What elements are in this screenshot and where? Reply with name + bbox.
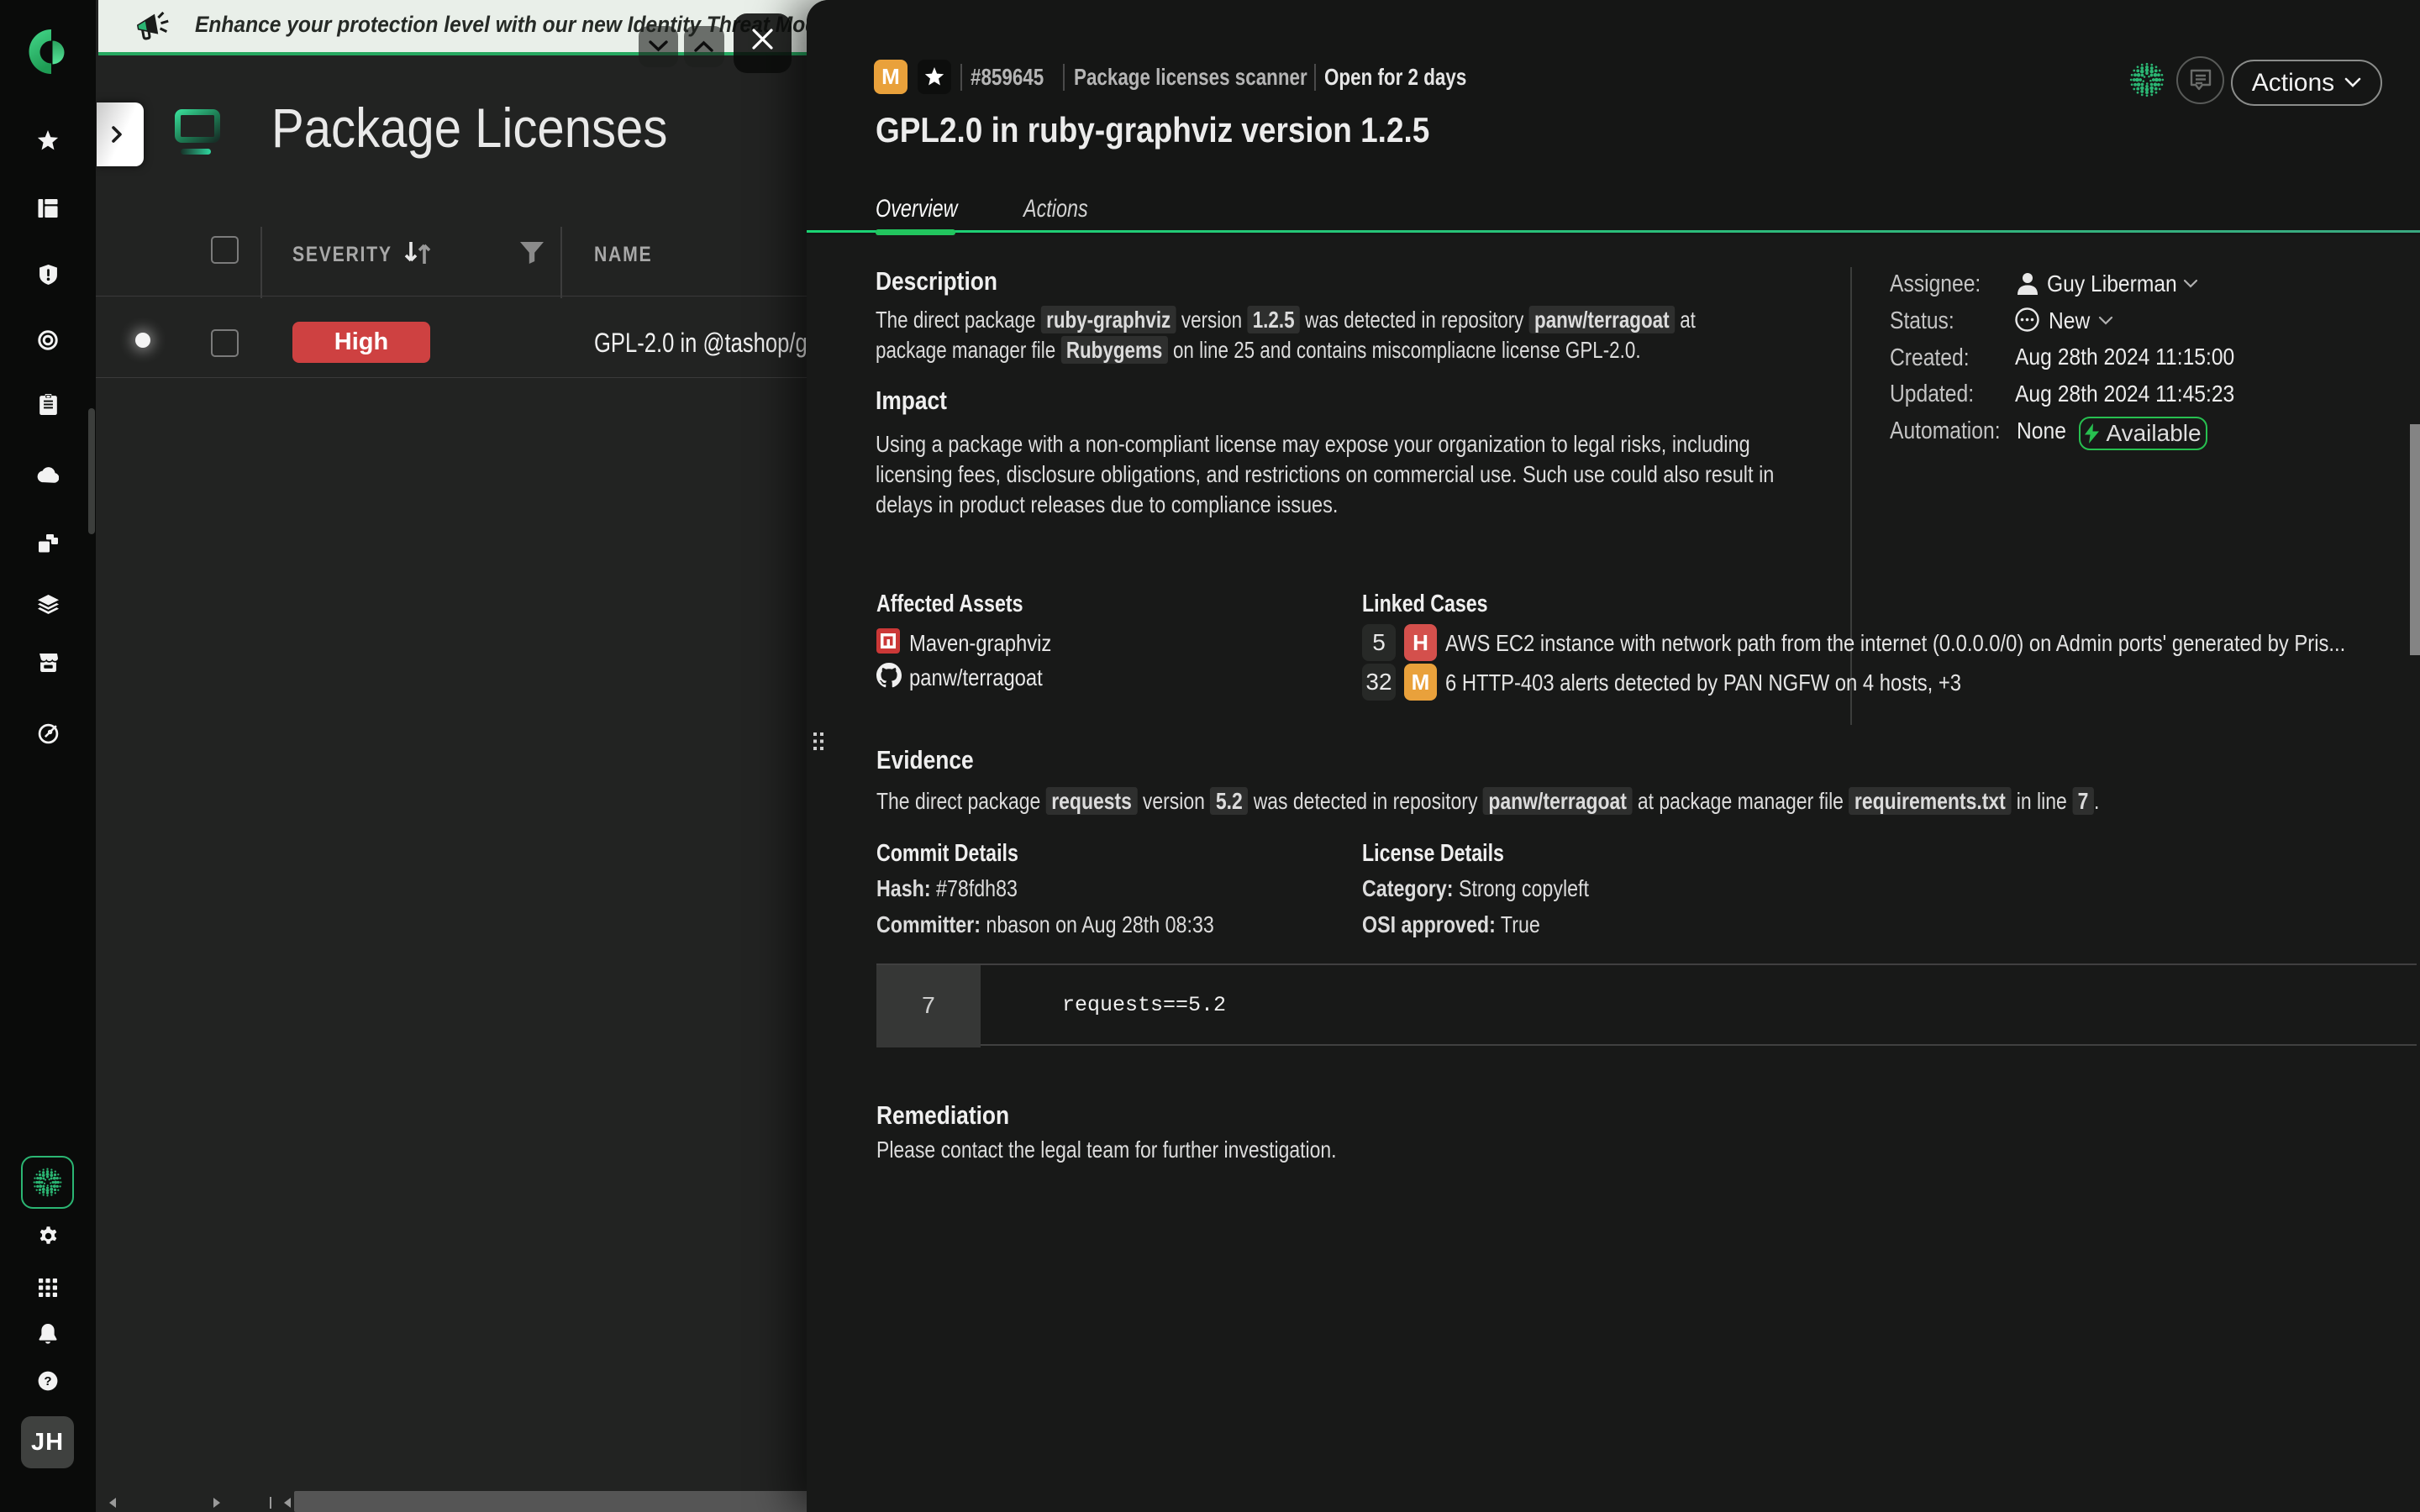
- svg-text:?: ?: [44, 1374, 51, 1389]
